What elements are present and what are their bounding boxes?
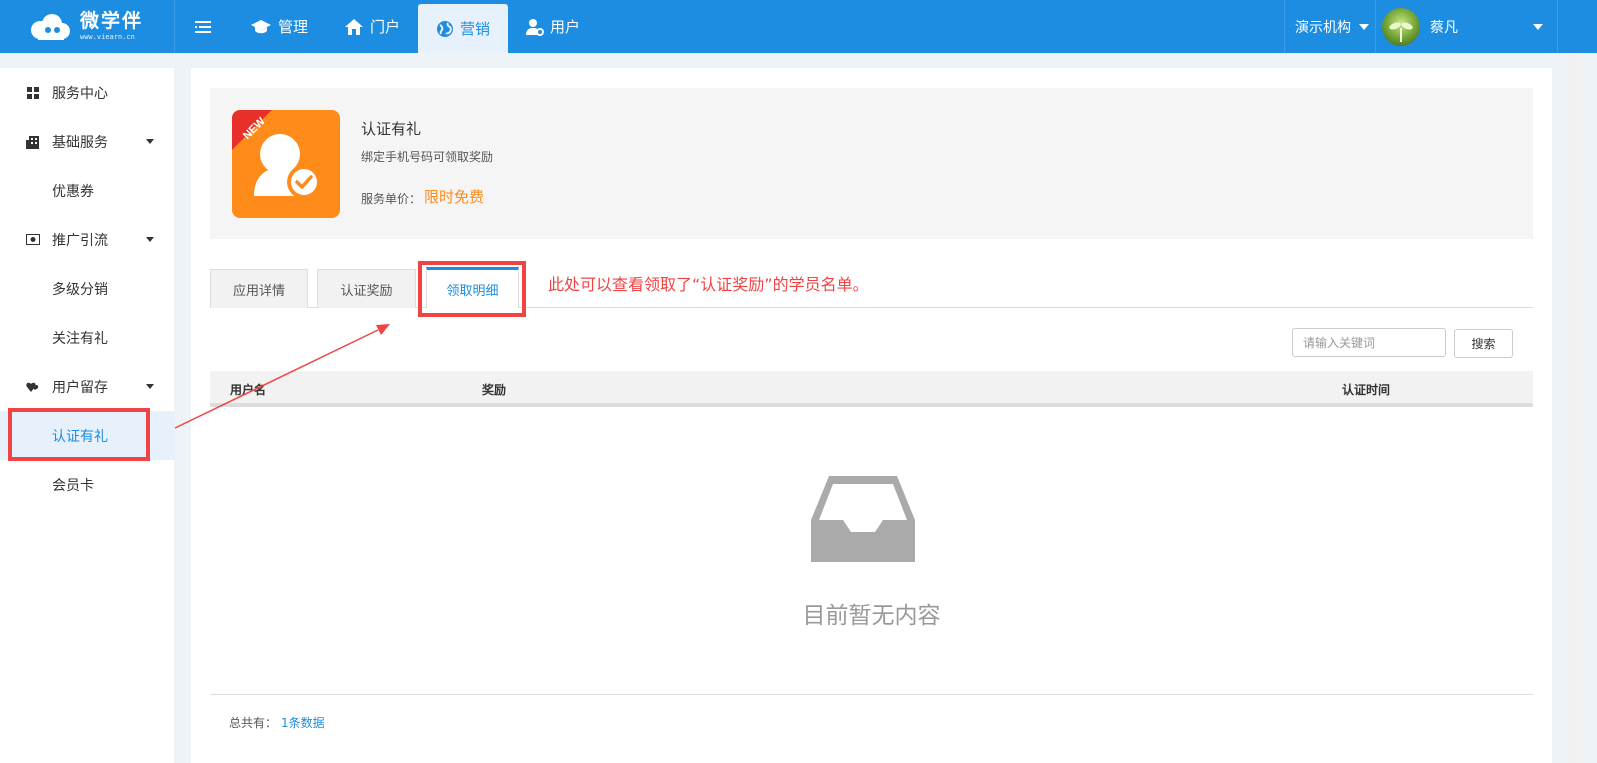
scrollbar[interactable] bbox=[1566, 53, 1582, 763]
annotation-arrow bbox=[174, 324, 390, 429]
